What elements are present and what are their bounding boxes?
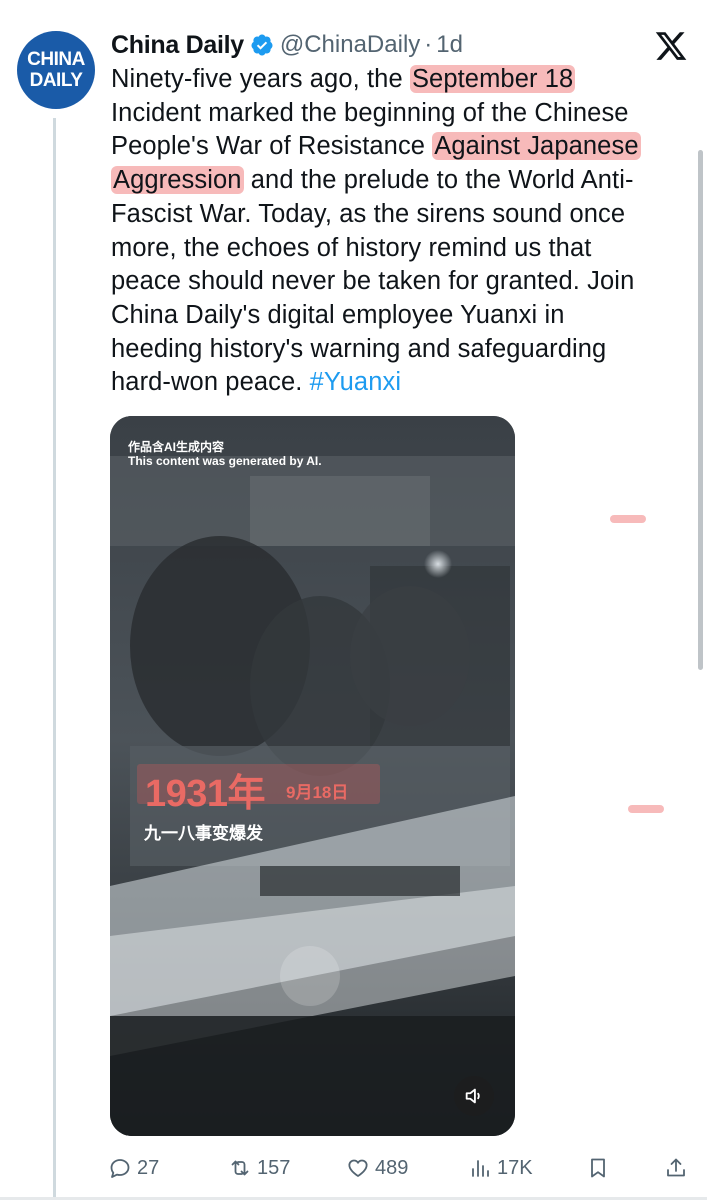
user-handle[interactable]: @ChinaDaily [280, 31, 420, 59]
verified-badge-icon [251, 34, 273, 56]
tweet-actions: 27 157 489 17K [108, 1152, 698, 1184]
repost-button[interactable]: 157 [228, 1152, 290, 1184]
repost-count: 157 [257, 1156, 291, 1179]
highlight-september-18: September 18 [409, 65, 576, 93]
volume-muted-icon [465, 1088, 480, 1104]
display-name[interactable]: China Daily [111, 31, 244, 60]
reply-count: 27 [137, 1156, 160, 1179]
like-button[interactable]: 489 [346, 1152, 408, 1184]
highlight-against-japanese: Against Japanese [432, 132, 641, 161]
tweet-text-part-1: Ninety-five years ago, the [111, 65, 410, 93]
post-time[interactable]: 1d [436, 31, 463, 59]
like-count: 489 [375, 1156, 409, 1179]
views-chart-icon [472, 1160, 489, 1177]
thread-line [53, 118, 56, 1200]
tweet-text: Ninety-five years ago, the September 18 … [111, 63, 681, 400]
caption-event: 九一八事变爆发 [144, 824, 263, 843]
scrollbar[interactable] [698, 150, 703, 670]
reply-button[interactable]: 27 [108, 1152, 159, 1184]
caption-year: 1931年 [145, 773, 266, 815]
avatar-text-line-1: CHINA [27, 49, 85, 70]
share-button[interactable] [664, 1152, 693, 1184]
hashtag-link[interactable]: #Yuanxi [310, 368, 401, 396]
ai-notice-english: This content was generated by AI. [128, 454, 322, 468]
tweet-header: China Daily @ChinaDaily · 1d [111, 28, 463, 62]
highlight-mark [610, 515, 646, 523]
views-count: 17K [497, 1156, 533, 1179]
bookmark-button[interactable] [586, 1152, 615, 1184]
avatar-text-line-2: DAILY [29, 70, 83, 91]
ai-notice-chinese: 作品含AI生成内容 [128, 440, 225, 454]
separator-dot: · [424, 31, 433, 58]
bookmark-icon [591, 1158, 605, 1178]
share-icon [667, 1158, 685, 1177]
repost-icon [231, 1160, 249, 1176]
x-logo-icon [655, 32, 687, 60]
avatar[interactable]: CHINA DAILY [17, 31, 95, 109]
highlight-mark [628, 805, 664, 813]
heart-icon [348, 1159, 368, 1177]
reply-icon [110, 1159, 130, 1178]
highlight-aggression: Aggression [111, 166, 244, 195]
caption-month-day: 9月18日 [286, 783, 349, 802]
views-button[interactable]: 17K [468, 1152, 533, 1184]
video-player[interactable]: 作品含AI生成内容 This content was generated by … [110, 416, 515, 1136]
tweet-text-part-4: and the prelude to the World Anti- Fasci… [111, 166, 635, 397]
mute-toggle-button[interactable] [454, 1076, 494, 1116]
